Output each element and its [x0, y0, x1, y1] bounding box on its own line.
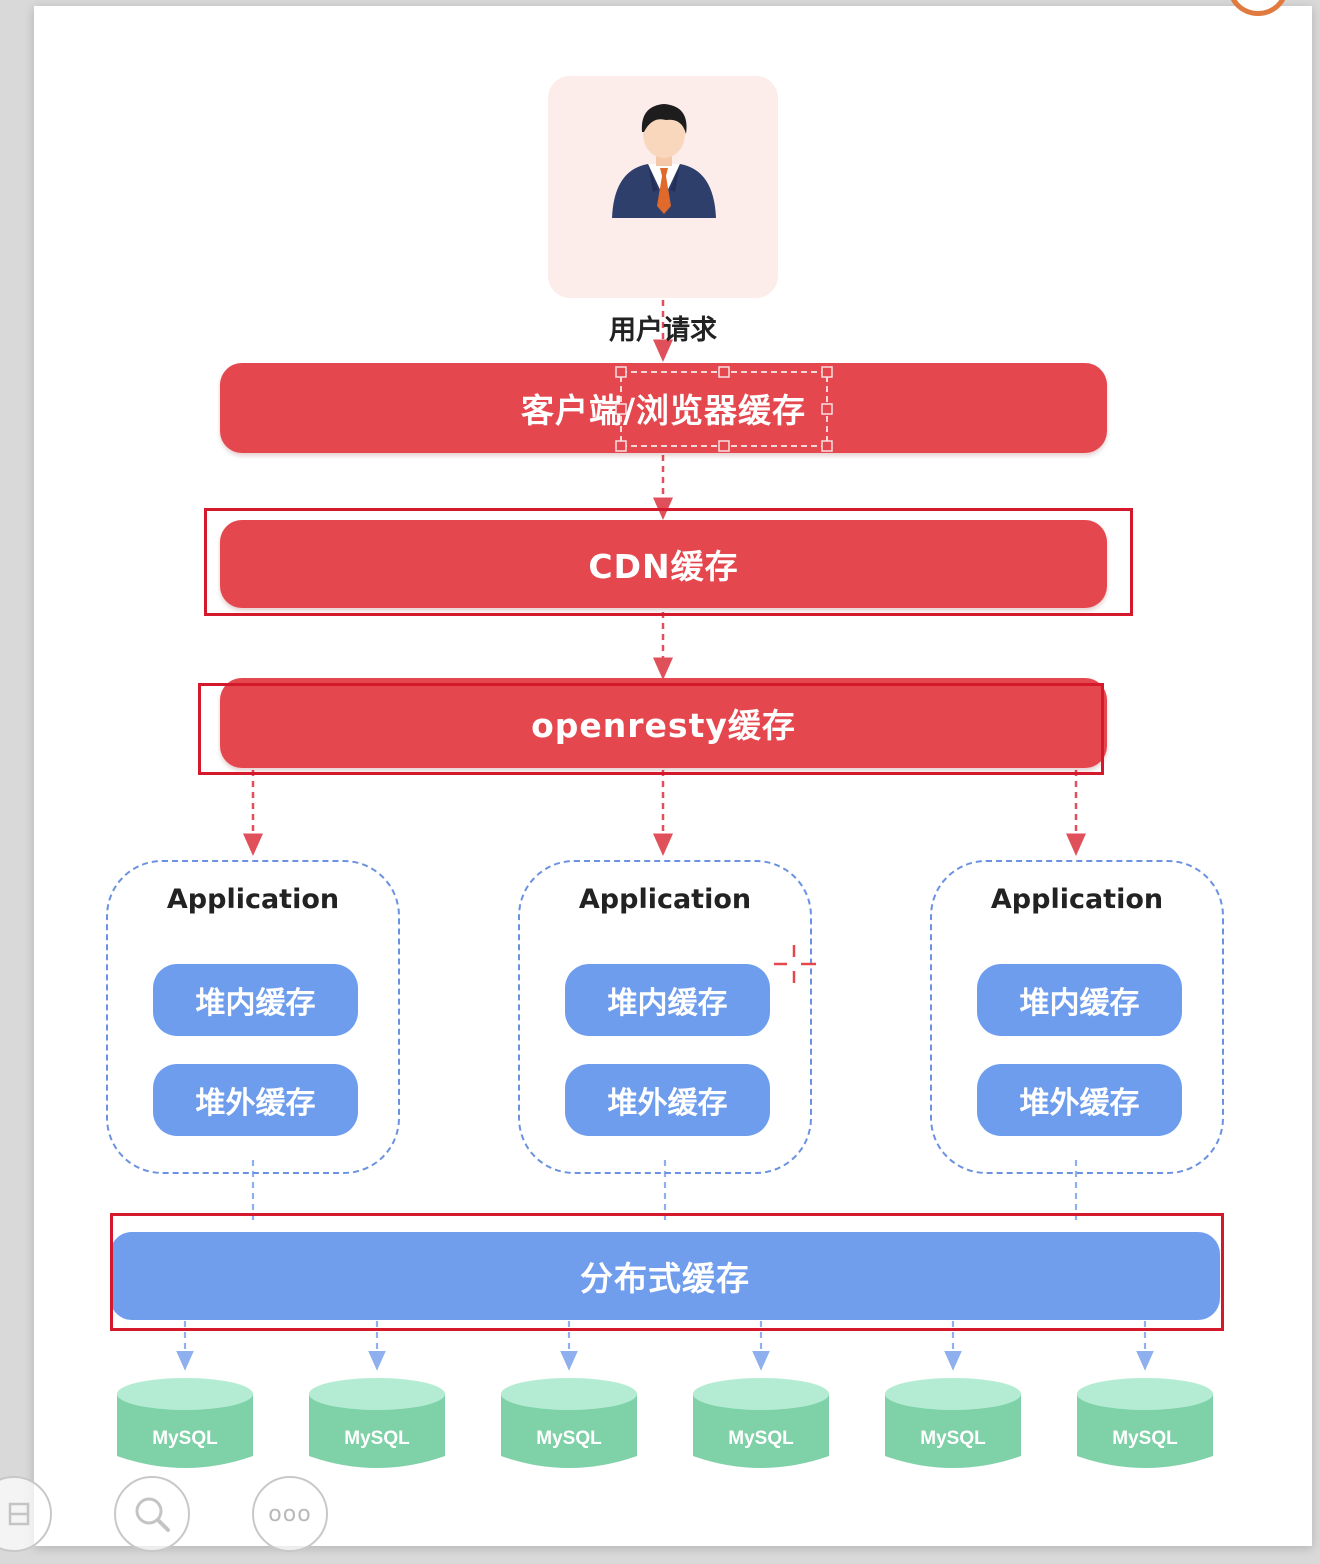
- database-cylinder-icon: [117, 1378, 253, 1468]
- off-heap-cache-label: 堆外缓存: [1019, 1086, 1140, 1121]
- application-title: Application: [578, 884, 752, 915]
- on-heap-cache[interactable]: 堆内缓存: [565, 964, 770, 1036]
- on-heap-cache-label: 堆内缓存: [1019, 986, 1140, 1021]
- text-selection-frame[interactable]: [612, 365, 838, 453]
- businessman-icon: [612, 104, 716, 218]
- mysql-label: MySQL: [1112, 1428, 1178, 1449]
- off-heap-cache-label: 堆外缓存: [195, 1086, 316, 1121]
- database-cylinder-icon: [501, 1378, 637, 1468]
- mysql-database-4[interactable]: MySQL: [692, 1376, 830, 1472]
- mysql-database-1[interactable]: MySQL: [116, 1376, 254, 1472]
- application-title: Application: [166, 884, 340, 915]
- cdn-highlight-frame: [204, 508, 1133, 616]
- application-title: Application: [990, 884, 1164, 915]
- mysql-database-3[interactable]: MySQL: [500, 1376, 638, 1472]
- mysql-label: MySQL: [152, 1428, 218, 1449]
- more-options-icon: ooo: [268, 1501, 312, 1527]
- distributed-highlight-frame: [110, 1213, 1224, 1331]
- database-cylinder-icon: [1077, 1378, 1213, 1468]
- database-cylinder-icon: [309, 1378, 445, 1468]
- application-box-2[interactable]: Application 堆内缓存 堆外缓存: [518, 860, 812, 1174]
- mysql-database-6[interactable]: MySQL: [1076, 1376, 1214, 1472]
- cursor-crosshair-icon: [774, 945, 816, 983]
- search-zoom-button[interactable]: [114, 1476, 190, 1552]
- search-zoom-icon: [135, 1497, 170, 1532]
- mysql-label: MySQL: [536, 1428, 602, 1449]
- application-box-3[interactable]: Application 堆内缓存 堆外缓存: [930, 860, 1224, 1174]
- layout-icon: [8, 1502, 30, 1526]
- off-heap-cache-label: 堆外缓存: [607, 1086, 728, 1121]
- user-request-node[interactable]: 用户请求: [548, 76, 778, 346]
- database-cylinder-icon: [885, 1378, 1021, 1468]
- off-heap-cache[interactable]: 堆外缓存: [153, 1064, 358, 1136]
- mysql-database-2[interactable]: MySQL: [308, 1376, 446, 1472]
- mysql-label: MySQL: [920, 1428, 986, 1449]
- off-heap-cache[interactable]: 堆外缓存: [977, 1064, 1182, 1136]
- on-heap-cache-label: 堆内缓存: [607, 986, 728, 1021]
- mysql-label: MySQL: [728, 1428, 794, 1449]
- more-options-button[interactable]: ooo: [252, 1476, 328, 1552]
- openresty-highlight-frame: [198, 683, 1104, 775]
- mysql-label: MySQL: [344, 1428, 410, 1449]
- user-request-label: 用户请求: [609, 315, 717, 346]
- application-box-1[interactable]: Application 堆内缓存 堆外缓存: [106, 860, 400, 1174]
- off-heap-cache[interactable]: 堆外缓存: [565, 1064, 770, 1136]
- on-heap-cache-label: 堆内缓存: [195, 986, 316, 1021]
- mysql-database-5[interactable]: MySQL: [884, 1376, 1022, 1472]
- on-heap-cache[interactable]: 堆内缓存: [977, 964, 1182, 1036]
- database-cylinder-icon: [693, 1378, 829, 1468]
- on-heap-cache[interactable]: 堆内缓存: [153, 964, 358, 1036]
